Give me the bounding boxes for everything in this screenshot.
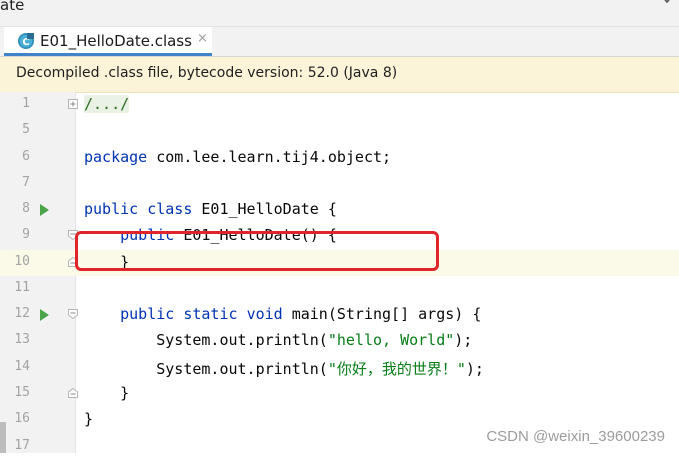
line-number: 14 xyxy=(14,359,30,374)
line-number: 8 xyxy=(22,201,30,216)
class-file-icon: C xyxy=(18,33,34,49)
run-icon[interactable] xyxy=(40,309,49,321)
code-line[interactable]: 11 xyxy=(0,276,679,302)
fold-collapse-icon[interactable] xyxy=(68,309,78,319)
code-text: main(String[] args) { xyxy=(282,305,482,323)
check-icon xyxy=(664,0,670,4)
code-line[interactable]: 12 public static void main(String[] args… xyxy=(0,302,679,328)
watermark: CSDN @weixin_39600239 xyxy=(486,428,665,445)
code-line[interactable]: 13 System.out.println("hello, World"); xyxy=(0,328,679,354)
close-tab-icon[interactable]: × xyxy=(197,31,208,46)
run-icon[interactable] xyxy=(40,204,49,216)
line-number: 17 xyxy=(14,438,30,453)
code-line[interactable]: 14 System.out.println("你好，我的世界！"); xyxy=(0,355,679,381)
string-literal: "hello, World" xyxy=(327,331,455,349)
decompiled-notice-banner: Decompiled .class file, bytecode version… xyxy=(0,57,679,93)
window-title: ate xyxy=(0,0,25,14)
string-literal: "你好，我的世界！" xyxy=(327,360,466,378)
tab-e01-hellodate-class[interactable]: C E01_HelloDate.class × xyxy=(4,27,212,56)
keyword: class xyxy=(147,200,193,218)
code-text: } xyxy=(84,384,130,402)
code-text: } xyxy=(84,410,94,428)
code-line[interactable]: 15 } xyxy=(0,381,679,407)
line-number: 9 xyxy=(22,227,30,242)
line-number: 1 xyxy=(22,96,30,111)
code-editor[interactable]: 1 /.../ 5 6 package com.lee.learn.tij4.o… xyxy=(0,92,679,453)
main-method-declaration: public static void main(String[] args) { xyxy=(84,305,481,323)
keyword: package xyxy=(84,148,148,166)
fold-expand-icon[interactable] xyxy=(68,99,78,109)
package-declaration: package com.lee.learn.tij4.object; xyxy=(84,148,391,166)
line-number: 15 xyxy=(14,385,30,400)
keyword: public xyxy=(84,200,139,218)
keyword: void xyxy=(246,305,283,323)
println-statement: System.out.println("hello, World"); xyxy=(84,331,473,349)
banner-text: Decompiled .class file, bytecode version… xyxy=(16,65,398,81)
println-statement: System.out.println("你好，我的世界！"); xyxy=(84,360,484,378)
highlight-annotation-box xyxy=(75,231,439,271)
line-number: 16 xyxy=(14,411,30,426)
editor-tab-bar: C E01_HelloDate.class × xyxy=(0,27,679,57)
line-number: 6 xyxy=(22,149,30,164)
tab-label: E01_HelloDate.class xyxy=(40,32,192,50)
code-text: com.lee.learn.tij4.object; xyxy=(147,148,392,166)
line-number: 11 xyxy=(14,280,30,295)
fold-end-icon[interactable] xyxy=(68,388,78,398)
line-number: 13 xyxy=(14,332,30,347)
code-line[interactable]: 7 xyxy=(0,171,679,197)
keyword: public xyxy=(120,305,175,323)
folded-imports[interactable]: /.../ xyxy=(84,95,130,113)
code-line[interactable]: 6 package com.lee.learn.tij4.object; xyxy=(0,145,679,171)
line-number: 5 xyxy=(22,122,30,137)
class-declaration: public class E01_HelloDate { xyxy=(84,200,337,218)
code-text: E01_HelloDate { xyxy=(192,200,337,218)
line-number: 12 xyxy=(14,306,30,321)
line-number: 7 xyxy=(22,175,30,190)
code-line[interactable]: 1 /.../ xyxy=(0,92,679,118)
code-line[interactable]: 5 xyxy=(0,118,679,144)
line-number: 10 xyxy=(14,254,30,269)
window-titlebar: ate xyxy=(0,0,679,27)
code-line[interactable]: 8 public class E01_HelloDate { xyxy=(0,197,679,223)
keyword: static xyxy=(183,305,238,323)
